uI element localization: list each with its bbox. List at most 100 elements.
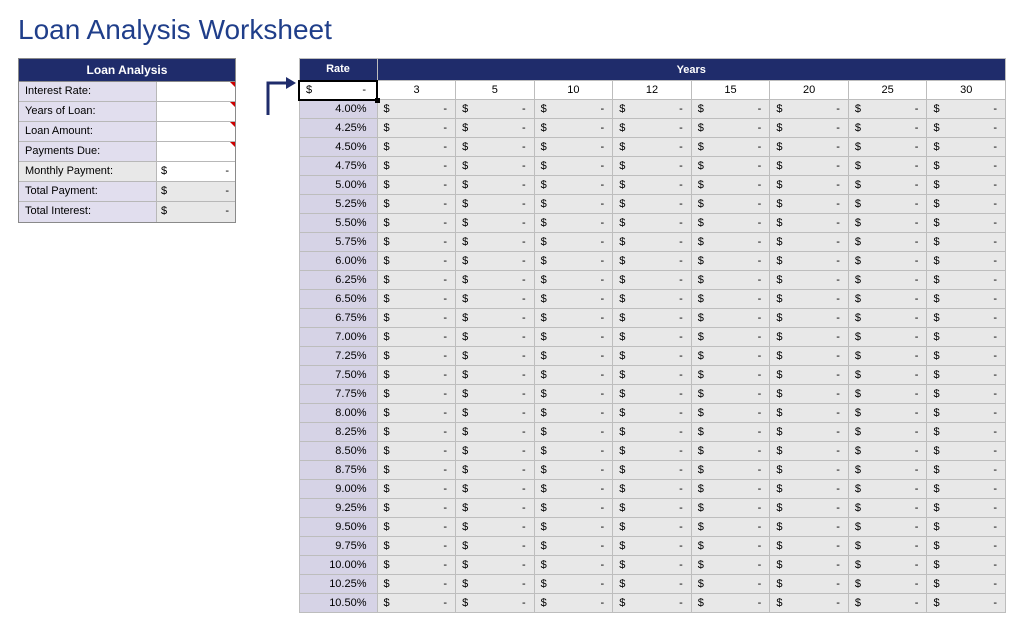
loan-row-value[interactable] [157,102,235,121]
matrix-cell: $- [927,537,1006,556]
matrix-cell: $- [848,480,927,499]
matrix-cell: $- [927,594,1006,613]
matrix-cell: $- [456,499,535,518]
matrix-cell: $- [534,328,613,347]
matrix-cell: $- [927,366,1006,385]
rate-years-table: Rate Years $- 35101215202530 4.00%$-$-$-… [298,58,1006,613]
matrix-cell: $- [613,518,692,537]
loan-row-label: Monthly Payment: [19,162,157,181]
year-column-header: 25 [848,81,927,100]
matrix-cell: $- [927,233,1006,252]
matrix-cell: $- [848,594,927,613]
comment-marker-icon [230,102,235,107]
matrix-cell: $- [534,290,613,309]
matrix-cell: $- [456,556,535,575]
matrix-cell: $- [534,575,613,594]
rate-row-header: 6.00% [299,252,377,271]
matrix-cell: $- [691,556,770,575]
matrix-cell: $- [691,138,770,157]
matrix-cell: $- [456,195,535,214]
matrix-cell: $- [848,195,927,214]
rate-row-header: 10.25% [299,575,377,594]
table-row: 7.25%$-$-$-$-$-$-$-$- [299,347,1006,366]
matrix-cell: $- [613,575,692,594]
matrix-cell: $- [770,537,849,556]
matrix-cell: $- [848,366,927,385]
matrix-cell: $- [691,157,770,176]
rate-row-header: 8.50% [299,442,377,461]
year-column-header: 15 [691,81,770,100]
table-row: 6.25%$-$-$-$-$-$-$-$- [299,271,1006,290]
table-row: 6.75%$-$-$-$-$-$-$-$- [299,309,1006,328]
matrix-cell: $- [377,556,456,575]
matrix-cell: $- [848,575,927,594]
matrix-cell: $- [534,309,613,328]
table-row: 4.25%$-$-$-$-$-$-$-$- [299,119,1006,138]
matrix-cell: $- [770,518,849,537]
matrix-cell: $- [848,138,927,157]
table-row: 5.75%$-$-$-$-$-$-$-$- [299,233,1006,252]
matrix-cell: $- [377,404,456,423]
matrix-cell: $- [534,442,613,461]
matrix-cell: $- [456,328,535,347]
matrix-cell: $- [691,214,770,233]
matrix-cell: $- [691,423,770,442]
matrix-cell: $- [848,518,927,537]
matrix-cell: $- [456,157,535,176]
matrix-cell: $- [456,138,535,157]
matrix-cell: $- [613,366,692,385]
matrix-cell: $- [770,233,849,252]
matrix-cell: $- [691,328,770,347]
matrix-cell: $- [377,575,456,594]
anchor-cell[interactable]: $- [299,81,377,100]
arrow-icon [238,58,298,128]
rate-row-header: 8.75% [299,461,377,480]
matrix-cell: $- [848,461,927,480]
matrix-cell: $- [927,347,1006,366]
matrix-cell: $- [377,518,456,537]
matrix-cell: $- [534,233,613,252]
matrix-cell: $- [848,499,927,518]
matrix-cell: $- [848,119,927,138]
rate-row-header: 10.00% [299,556,377,575]
matrix-cell: $- [534,518,613,537]
matrix-cell: $- [534,119,613,138]
table-row: 10.00%$-$-$-$-$-$-$-$- [299,556,1006,575]
loan-row-value[interactable] [157,142,235,161]
matrix-cell: $- [377,100,456,119]
table-row: 6.50%$-$-$-$-$-$-$-$- [299,290,1006,309]
matrix-cell: $- [927,138,1006,157]
matrix-cell: $- [456,176,535,195]
table-row: 5.25%$-$-$-$-$-$-$-$- [299,195,1006,214]
loan-row: Monthly Payment:$- [19,162,235,182]
matrix-cell: $- [377,290,456,309]
matrix-cell: $- [534,480,613,499]
matrix-cell: $- [456,119,535,138]
matrix-cell: $- [927,404,1006,423]
matrix-cell: $- [456,442,535,461]
matrix-cell: $- [534,271,613,290]
matrix-cell: $- [613,195,692,214]
matrix-cell: $- [848,233,927,252]
loan-row-label: Interest Rate: [19,82,157,101]
table-row: 4.75%$-$-$-$-$-$-$-$- [299,157,1006,176]
year-column-header: 30 [927,81,1006,100]
matrix-cell: $- [377,366,456,385]
matrix-cell: $- [613,157,692,176]
loan-row-value[interactable] [157,82,235,101]
loan-analysis-panel: Loan Analysis Interest Rate:Years of Loa… [18,58,236,223]
matrix-cell: $- [534,252,613,271]
rate-row-header: 5.00% [299,176,377,195]
matrix-cell: $- [613,480,692,499]
matrix-cell: $- [534,214,613,233]
matrix-cell: $- [377,328,456,347]
loan-row-value: $- [157,182,235,201]
rate-row-header: 6.75% [299,309,377,328]
matrix-cell: $- [770,176,849,195]
matrix-cell: $- [848,347,927,366]
rate-row-header: 5.75% [299,233,377,252]
loan-row-value[interactable] [157,122,235,141]
matrix-cell: $- [456,404,535,423]
matrix-cell: $- [613,290,692,309]
loan-analysis-header: Loan Analysis [19,59,235,82]
